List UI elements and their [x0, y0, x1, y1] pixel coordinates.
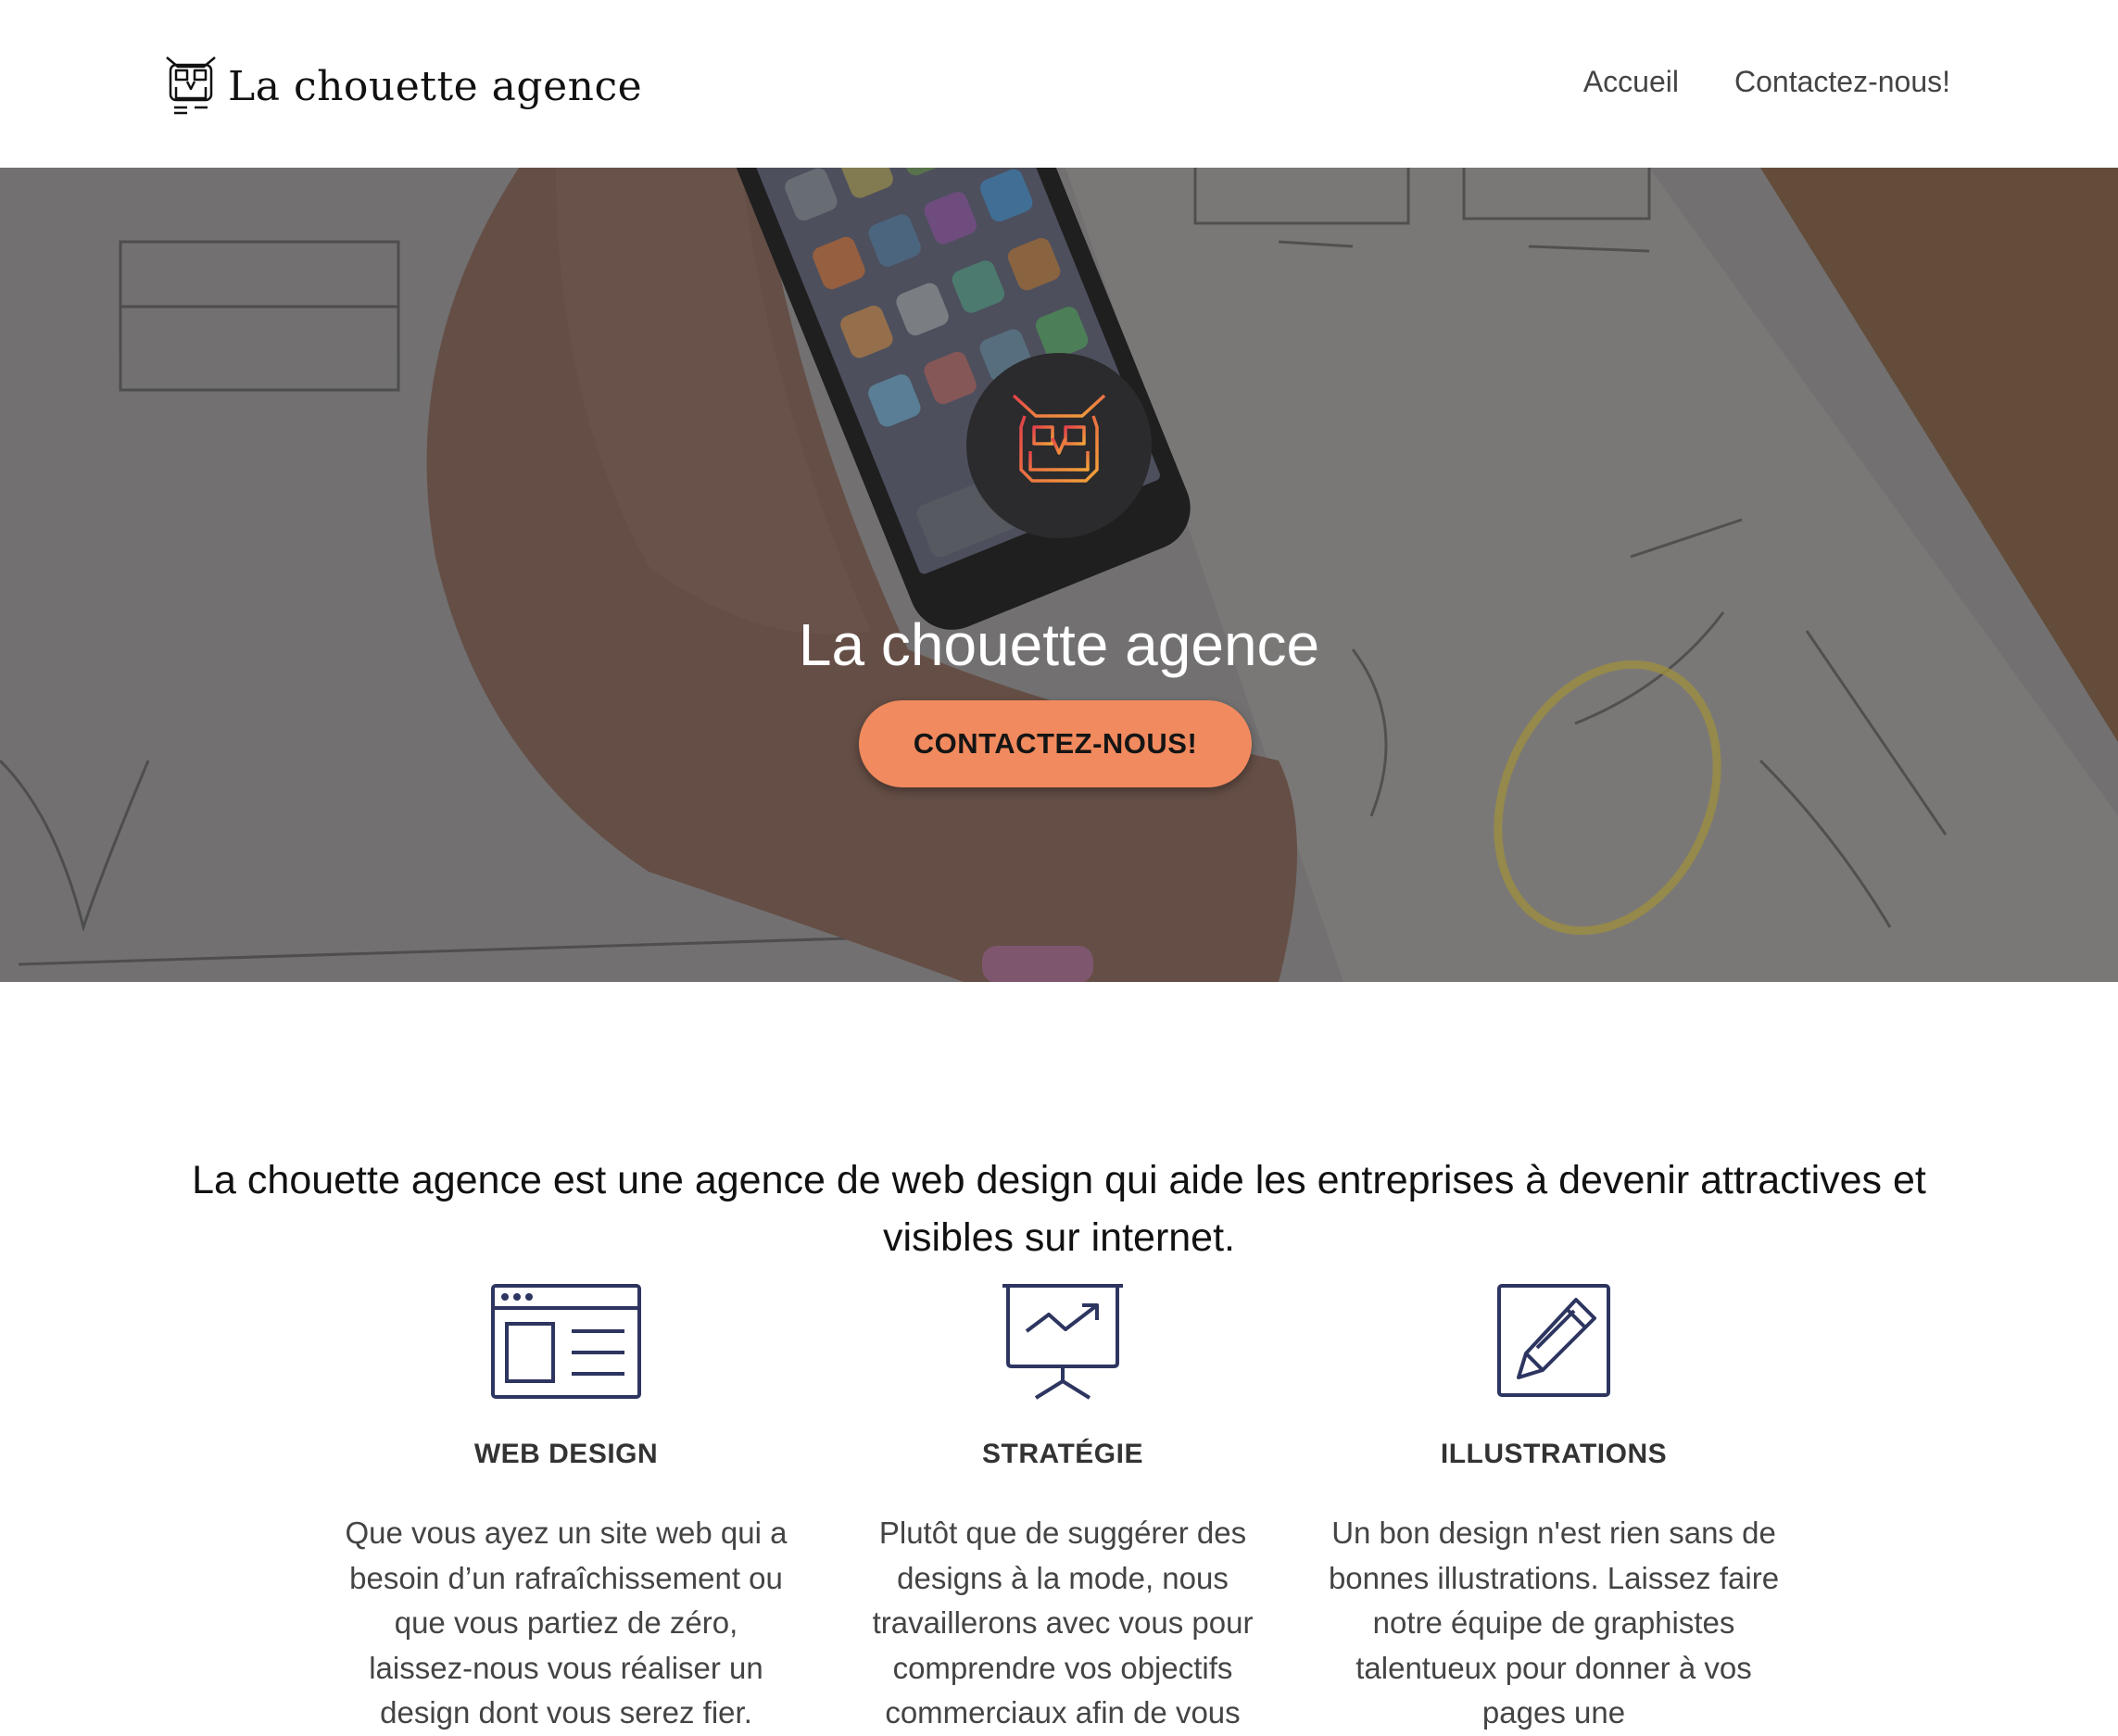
service-title: ILLUSTRATIONS	[1440, 1439, 1668, 1469]
intro-text: La chouette agence est une agence de web…	[192, 1158, 1926, 1260]
contact-cta-button[interactable]: CONTACTEZ-NOUS!	[859, 700, 1252, 787]
service-description: Plutôt que de suggérer des designs à la …	[872, 1516, 1254, 1730]
service-description: Un bon design n'est rien sans de bonnes …	[1328, 1516, 1780, 1730]
service-title: WEB DESIGN	[473, 1439, 659, 1469]
presentation-chart-icon	[1002, 1284, 1123, 1400]
service-title: STRATÉGIE	[982, 1439, 1143, 1469]
service-description: Que vous ayez un site web qui a besoin d…	[345, 1516, 788, 1730]
site-header: La chouette agence Accueil Contactez-nou…	[0, 0, 2118, 168]
web-design-icon	[491, 1284, 641, 1399]
hero-title: La chouette agence	[798, 610, 1320, 678]
hero-overlay	[0, 168, 2118, 982]
service-card-web-design: WEB DESIGN Que vous ayez un site web qui…	[334, 1283, 798, 1736]
pencil-edit-icon	[1497, 1284, 1610, 1397]
brand-name: La chouette agence	[228, 62, 643, 110]
nav-link-contact[interactable]: Contactez-nous!	[1734, 65, 1950, 99]
service-card-strategie: STRATÉGIE Plutôt que de suggérer des des…	[831, 1283, 1294, 1736]
main-nav: Accueil Contactez-nous!	[1583, 65, 1950, 99]
hero-badge	[966, 353, 1152, 538]
brand-link[interactable]: La chouette agence	[163, 54, 642, 119]
owl-logo-icon	[166, 57, 216, 115]
hero-section: La chouette agence CONTACTEZ-NOUS!	[0, 168, 2118, 982]
owl-gradient-icon	[1012, 394, 1106, 496]
nav-link-accueil[interactable]: Accueil	[1583, 65, 1679, 99]
service-card-illustrations: ILLUSTRATIONS Un bon design n'est rien s…	[1322, 1283, 1785, 1736]
